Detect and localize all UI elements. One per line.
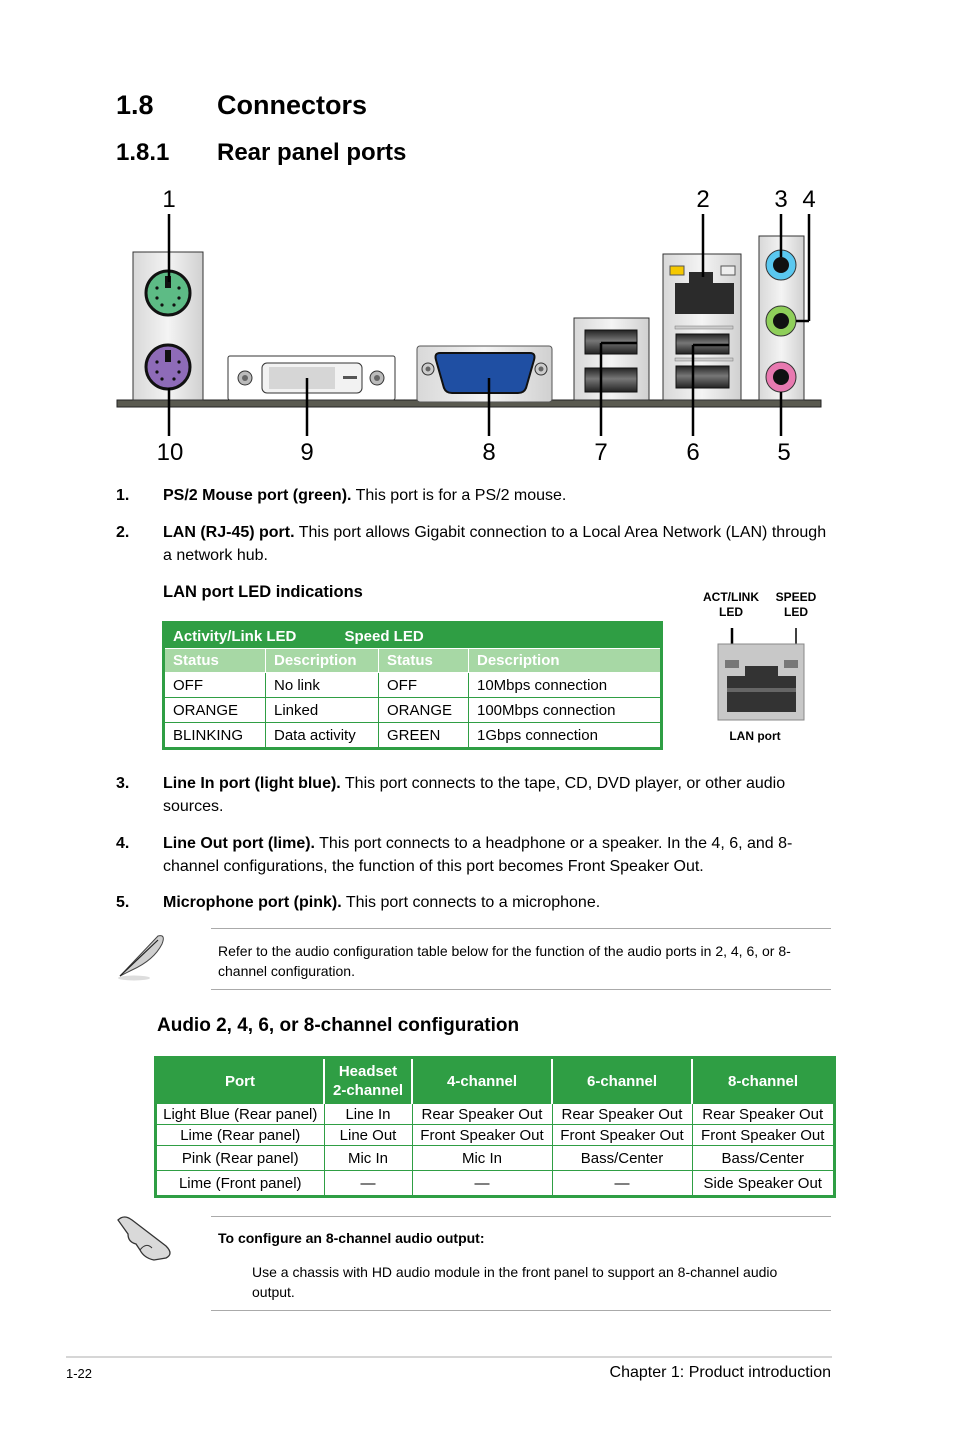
list-item-3: 3. Line In port (light blue). This port … bbox=[116, 775, 786, 815]
list-item-2: 2. LAN (RJ-45) port. This port allows Gi… bbox=[116, 524, 827, 564]
col-6ch: 6-channel bbox=[551, 1057, 692, 1104]
tip-box: To configure an 8-channel audio output: … bbox=[211, 1216, 831, 1311]
tip-title: To configure an 8-channel audio output: bbox=[218, 1230, 485, 1246]
usb-ports-pair-1 bbox=[573, 317, 650, 401]
table-row: OFF No link OFF 10Mbps connection bbox=[163, 672, 662, 698]
audio-config-title: Audio 2, 4, 6, or 8-channel configuratio… bbox=[157, 1015, 520, 1036]
col-port: Port bbox=[155, 1057, 324, 1104]
lan-led-title: LAN port LED indications bbox=[163, 583, 363, 601]
table-row: Lime (Rear panel) Line Out Front Speaker O… bbox=[155, 1124, 835, 1146]
col-description: Description bbox=[265, 648, 379, 673]
note-box: Refer to the audio configuration table b… bbox=[211, 928, 831, 990]
lan-led-act bbox=[669, 265, 685, 276]
col-status: Status bbox=[378, 648, 469, 673]
list-item-5: 5. Microphone port (pink). This port con… bbox=[116, 894, 601, 911]
table-row: Light Blue (Rear panel) Line In Rear Speak… bbox=[155, 1103, 835, 1125]
rear-panel-diagram: 1 2 3 4 10 9 8 7 6 5 bbox=[0, 0, 954, 480]
lan-port-figure: ACT/LINK LED SPEED LED LAN port bbox=[690, 588, 830, 748]
footer-divider bbox=[66, 1356, 832, 1358]
list-item-4: 4. Line Out port (lime). This port conne… bbox=[116, 835, 793, 875]
lan-led-table: Activity/Link LED Speed LED Status Descr… bbox=[162, 621, 663, 750]
rear-panel-svg bbox=[116, 214, 822, 436]
tip-text: Use a chassis with HD audio module in th… bbox=[252, 1264, 778, 1300]
col-description: Description bbox=[468, 648, 662, 673]
col-4ch: 4-channel bbox=[411, 1057, 552, 1104]
audio-config-table: Port Headset 2-channel 4-channel 6-channe… bbox=[154, 1056, 836, 1198]
list-item-1: 1. PS/2 Mouse port (green). This port is… bbox=[116, 487, 567, 504]
table-row: ORANGE Linked ORANGE 100Mbps connection bbox=[163, 697, 662, 723]
chapter-title: Chapter 1: Product introduction bbox=[609, 1364, 831, 1381]
audio-jacks bbox=[758, 235, 805, 401]
col-8ch: 8-channel bbox=[691, 1057, 835, 1104]
pen-note-icon bbox=[118, 935, 164, 981]
note-text: Refer to the audio configuration table b… bbox=[218, 943, 791, 979]
lan-led-speed bbox=[720, 265, 736, 276]
vga-port bbox=[416, 345, 553, 403]
col-status: Status bbox=[163, 648, 266, 673]
lan-port-drawing bbox=[717, 628, 805, 721]
dvi-port bbox=[227, 355, 396, 401]
table-row: Pink (Rear panel) Mic In Mic In Bass/Center… bbox=[155, 1145, 835, 1171]
lan-port-caption: LAN port bbox=[729, 729, 781, 743]
table-row: BLINKING Data activity GREEN 1Gbps connecti… bbox=[163, 722, 662, 749]
col-headset-2ch: Headset 2-channel bbox=[323, 1057, 412, 1104]
page-number: 1-22 bbox=[66, 1366, 93, 1381]
table-row: Lime (Front panel) — — — Side Speaker Out bbox=[155, 1170, 835, 1197]
group-header-speed: Speed LED bbox=[345, 622, 662, 649]
hand-pointer-icon bbox=[117, 1216, 171, 1261]
